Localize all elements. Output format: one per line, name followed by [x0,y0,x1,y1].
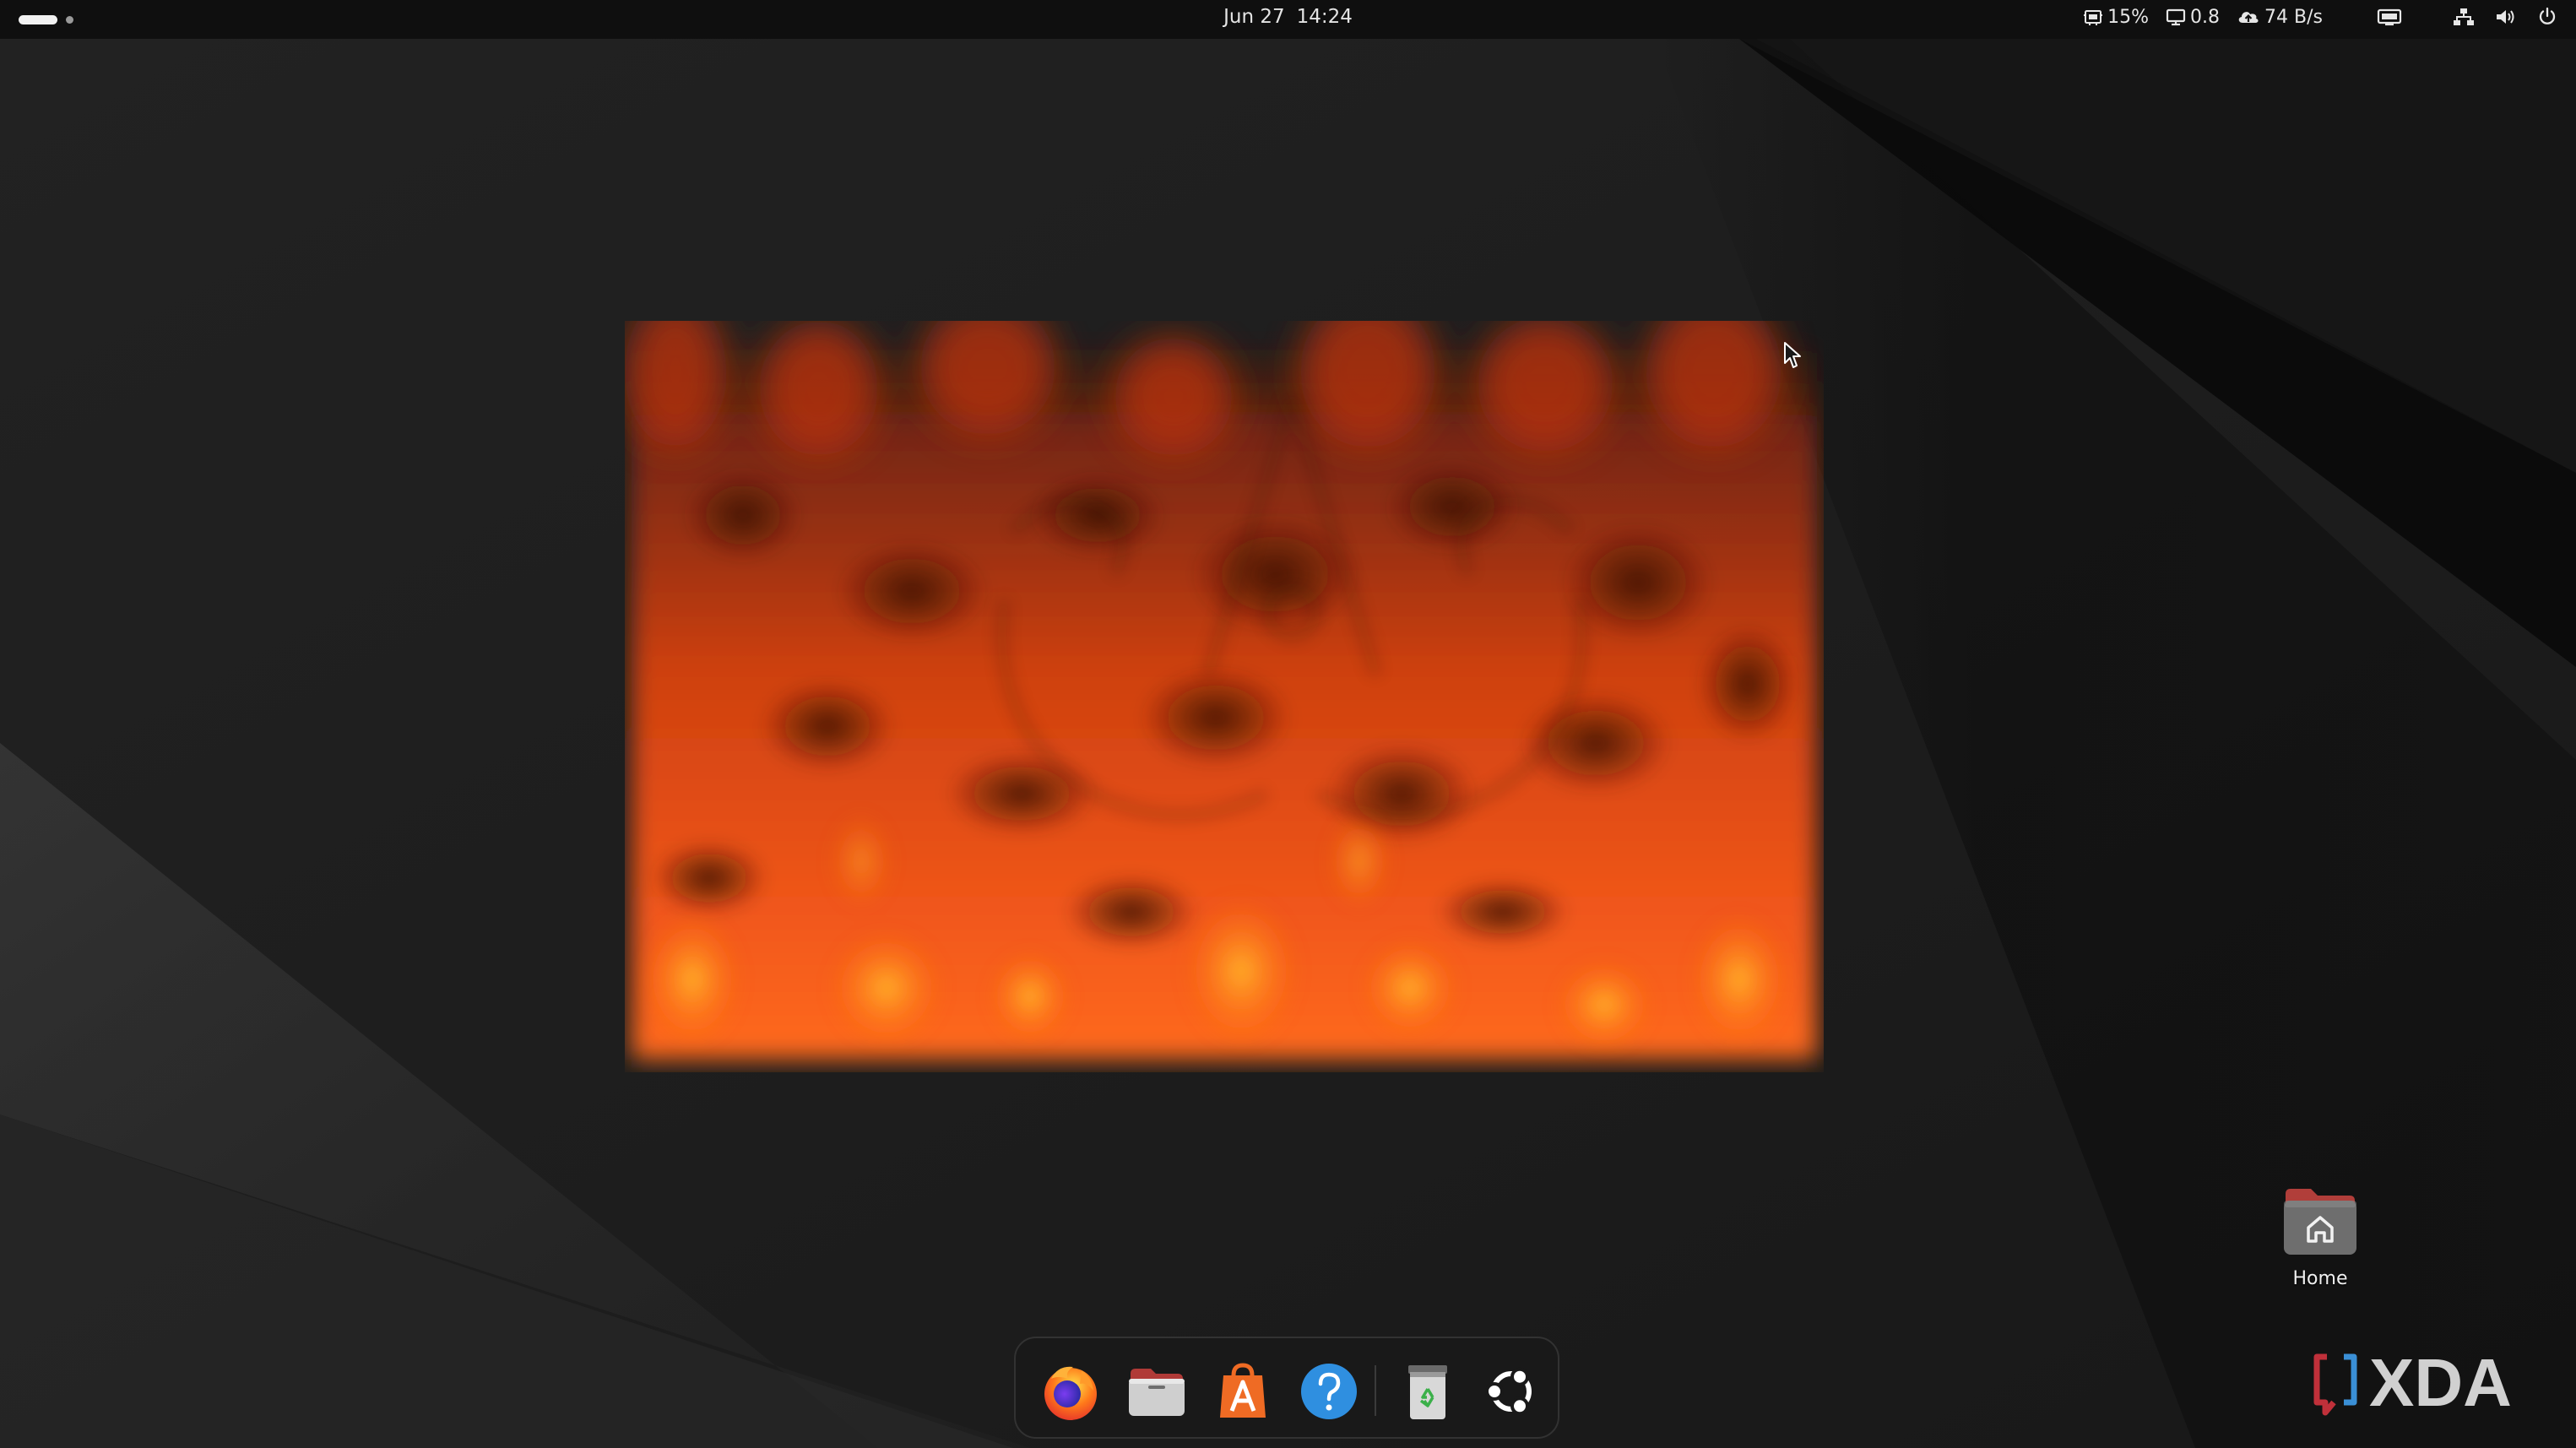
dock-item-firefox[interactable] [1039,1360,1102,1423]
cloud-upload-icon [2238,12,2259,23]
net-speed-value: 74 B/s [2264,6,2323,28]
workspace-indicator-active[interactable] [19,14,57,24]
home-folder-icon [2284,1189,2356,1255]
dock-item-show-apps[interactable] [1480,1360,1543,1423]
display-icon [2166,8,2186,26]
power-menu[interactable] [2537,7,2557,27]
dock [1014,1337,1559,1439]
clock-date: Jun 27 [1223,6,1285,28]
volume-indicator[interactable] [2495,8,2517,26]
top-panel: Jun 27 14:24 15% 0.8 74 B/s [0,0,2576,39]
fire-effect-image [625,321,1817,1060]
help-icon [1301,1364,1357,1419]
dock-item-app-center[interactable] [1212,1360,1274,1423]
cpu-indicator[interactable]: 15% [2083,7,2149,28]
volume-icon [2497,10,2514,24]
load-value: 0.8 [2190,6,2221,28]
clock[interactable]: Jun 27 14:24 [1223,6,1353,28]
cpu-value: 15% [2107,6,2150,28]
load-indicator[interactable]: 0.8 [2166,7,2220,28]
network-speed-indicator[interactable]: 74 B/s [2237,7,2323,28]
screen-share-icon [2377,8,2402,26]
app-center-icon [1220,1363,1266,1418]
screen-share-indicator[interactable] [2377,8,2402,26]
dock-separator [1375,1365,1376,1416]
xda-text: XDA [2369,1347,2512,1420]
power-icon [2539,7,2556,24]
firefox-icon [1044,1366,1097,1420]
dock-item-help[interactable] [1298,1360,1360,1423]
cpu-monitor-icon [2084,10,2103,25]
dock-item-trash[interactable] [1396,1360,1459,1423]
xda-watermark-logo: XDA [2313,1347,2512,1420]
activities-button[interactable] [19,12,73,27]
desktop-icon-home[interactable]: Home [2261,1182,2379,1289]
files-folder-icon [1129,1369,1185,1416]
system-tray: 15% 0.8 74 B/s [2066,0,2557,34]
dock-item-files[interactable] [1125,1360,1188,1423]
home-icon-label: Home [2292,1268,2348,1289]
mouse-pointer-icon [1784,342,1801,368]
ubuntu-logo-icon [1485,1367,1532,1416]
workspace-indicator[interactable] [66,15,73,24]
burning-window-effect [625,321,1824,1072]
network-indicator[interactable] [2453,8,2475,26]
clock-time: 14:24 [1296,6,1353,28]
network-icon [2454,8,2474,25]
trash-icon [1408,1365,1447,1419]
